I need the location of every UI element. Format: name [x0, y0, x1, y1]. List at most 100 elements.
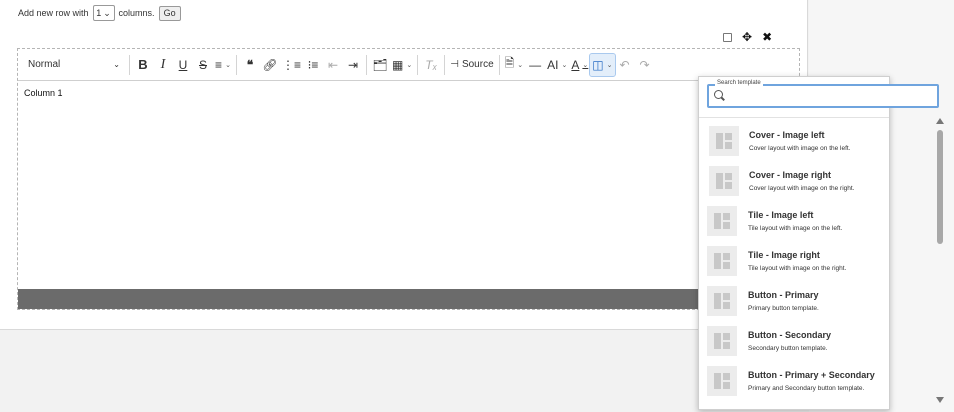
template-dropdown-panel: Search template Cover - Image left Cover…: [698, 76, 939, 410]
toolbar-separator: [236, 54, 237, 75]
column-count-value: 1: [96, 8, 102, 18]
template-thumbnail-icon: [707, 206, 737, 236]
add-row-prefix: Add new row with: [18, 8, 89, 18]
bulleted-list-button[interactable]: ⋮≡: [280, 54, 303, 76]
main-panel: Add new row with 1 ⌄ columns. Go ✥ ✖ Nor…: [0, 0, 808, 330]
search-legend: Search template: [715, 80, 763, 86]
paragraph-style-value: Normal: [28, 59, 61, 70]
row-select-checkbox[interactable]: [723, 32, 732, 42]
dropdown-divider: [699, 117, 889, 118]
chevron-down-icon: ⌄: [406, 61, 413, 69]
indent-icon: ⇥: [347, 57, 359, 72]
link-button[interactable]: 🔗︎: [260, 54, 280, 76]
chevron-down-icon: ⌄: [103, 7, 111, 18]
chevron-down-icon: ⌄: [606, 61, 613, 69]
bold-button[interactable]: B: [133, 54, 153, 76]
indent-button[interactable]: ⇥: [343, 54, 363, 76]
remove-format-button[interactable]: Tₓ: [421, 54, 441, 76]
template-thumbnail-icon: [707, 286, 737, 316]
template-text: Button - Secondary Secondary button temp…: [748, 330, 831, 352]
template-text: Button - Primary Primary button template…: [748, 290, 819, 312]
move-icon[interactable]: ✥: [742, 31, 752, 43]
add-row-suffix: columns.: [118, 8, 155, 18]
template-title: Cover - Image right: [749, 170, 832, 180]
source-code-icon: ⊣: [450, 59, 459, 70]
template-text: Cover - Image right Cover layout with im…: [749, 170, 855, 192]
template-item[interactable]: Cover - Image right Cover layout with im…: [699, 161, 889, 201]
toolbar-separator: [444, 54, 446, 75]
align-dropdown[interactable]: ≡ ⌄: [213, 54, 233, 76]
table-icon: ▦: [392, 57, 404, 72]
layout-template-dropdown[interactable]: ◫ ⌄: [589, 52, 616, 77]
table-dropdown[interactable]: ▦ ⌄: [390, 54, 414, 76]
template-description: Primary button template.: [748, 305, 819, 312]
template-title: Button - Secondary: [748, 330, 832, 340]
template-item[interactable]: Tile - Image right Tile layout with imag…: [699, 241, 889, 281]
template-text: Tile - Image right Tile layout with imag…: [748, 250, 846, 272]
blockquote-button[interactable]: ❝: [240, 54, 260, 76]
template-title: Tile - Image left: [748, 210, 814, 220]
template-item[interactable]: Cover - Image left Cover layout with ima…: [699, 121, 889, 161]
insert-template-dropdown[interactable]: 🗎︎ ⌄: [503, 54, 526, 76]
italic-button[interactable]: I: [153, 54, 173, 76]
template-description: Tile layout with image on the right.: [748, 265, 847, 272]
source-button[interactable]: ⊣ Source: [448, 54, 495, 76]
template-thumbnail-icon: [709, 166, 739, 196]
template-title: Cover - Image left: [749, 130, 825, 140]
add-row-control: Add new row with 1 ⌄ columns. Go: [18, 5, 181, 21]
source-label: Source: [461, 59, 494, 70]
template-item[interactable]: Button - Primary Primary button template…: [699, 281, 889, 321]
folder-image-icon: 🗂︎: [372, 57, 388, 72]
chevron-down-icon: ⌄: [113, 60, 120, 69]
font-color-label: A: [571, 57, 580, 72]
template-title: Button - Primary + Secondary: [748, 370, 875, 380]
undo-button[interactable]: ↶: [615, 54, 635, 76]
template-description: Primary and Secondary button template.: [748, 385, 865, 392]
remove-format-icon: Tₓ: [425, 57, 438, 72]
scrollbar-thumb[interactable]: [937, 130, 943, 244]
template-list-scrollbar[interactable]: [934, 118, 946, 408]
font-color-dropdown[interactable]: A ⌄: [569, 54, 590, 76]
template-thumbnail-icon: [707, 326, 737, 356]
outdent-button[interactable]: ⇤: [323, 54, 343, 76]
chevron-down-icon: ⌄: [561, 61, 568, 69]
template-search-field[interactable]: Search template: [707, 80, 939, 108]
toolbar-separator: [129, 54, 130, 75]
column-count-select[interactable]: 1 ⌄: [92, 5, 115, 21]
template-search-input[interactable]: [729, 88, 929, 104]
template-text: Cover - Image left Cover layout with ima…: [749, 130, 851, 152]
template-description: Tile layout with image on the left.: [748, 225, 843, 232]
row-controls: ✥ ✖: [723, 31, 772, 43]
search-icon: [714, 90, 723, 99]
numbered-list-icon: ⁝≡: [307, 57, 319, 72]
horizontal-line-icon: —: [529, 57, 542, 72]
editor-content[interactable]: Column 1: [18, 82, 799, 289]
template-description: Secondary button template.: [748, 345, 828, 352]
outdent-icon: ⇤: [327, 57, 339, 72]
template-item[interactable]: Tile - Image left Tile layout with image…: [699, 201, 889, 241]
scroll-up-icon[interactable]: [936, 118, 944, 124]
template-text: Tile - Image left Tile layout with image…: [748, 210, 842, 232]
toolbar-separator: [498, 54, 500, 75]
go-button[interactable]: Go: [158, 5, 181, 21]
chevron-down-icon: ⌄: [225, 61, 231, 69]
media-button[interactable]: 🗂︎: [370, 54, 390, 76]
font-size-dropdown[interactable]: AI ⌄: [545, 54, 569, 76]
underline-button[interactable]: U: [173, 54, 193, 76]
font-size-label: AI: [547, 57, 559, 72]
close-icon[interactable]: ✖: [762, 31, 772, 43]
scroll-down-icon[interactable]: [936, 397, 944, 403]
undo-icon: ↶: [619, 57, 630, 72]
numbered-list-button[interactable]: ⁝≡: [303, 54, 323, 76]
template-item[interactable]: Button - Primary + Secondary Primary and…: [699, 361, 889, 401]
horizontal-line-button[interactable]: —: [525, 54, 545, 76]
template-list: Cover - Image left Cover layout with ima…: [699, 121, 889, 409]
paragraph-style-dropdown[interactable]: Normal ⌄: [22, 53, 126, 77]
template-text: Button - Primary + Secondary Primary and…: [748, 370, 875, 392]
editor-toolbar: Normal ⌄ B I U S ≡ ⌄ ❝ 🔗︎ ⋮≡ ⁝≡ ⇤ ⇥ 🗂︎ ▦ ⌄…: [18, 49, 799, 81]
strikethrough-button[interactable]: S: [193, 54, 213, 76]
redo-icon: ↷: [639, 57, 650, 72]
template-item[interactable]: Button - Secondary Secondary button temp…: [699, 321, 889, 361]
redo-button[interactable]: ↷: [635, 54, 655, 76]
column-text: Column 1: [24, 88, 63, 98]
